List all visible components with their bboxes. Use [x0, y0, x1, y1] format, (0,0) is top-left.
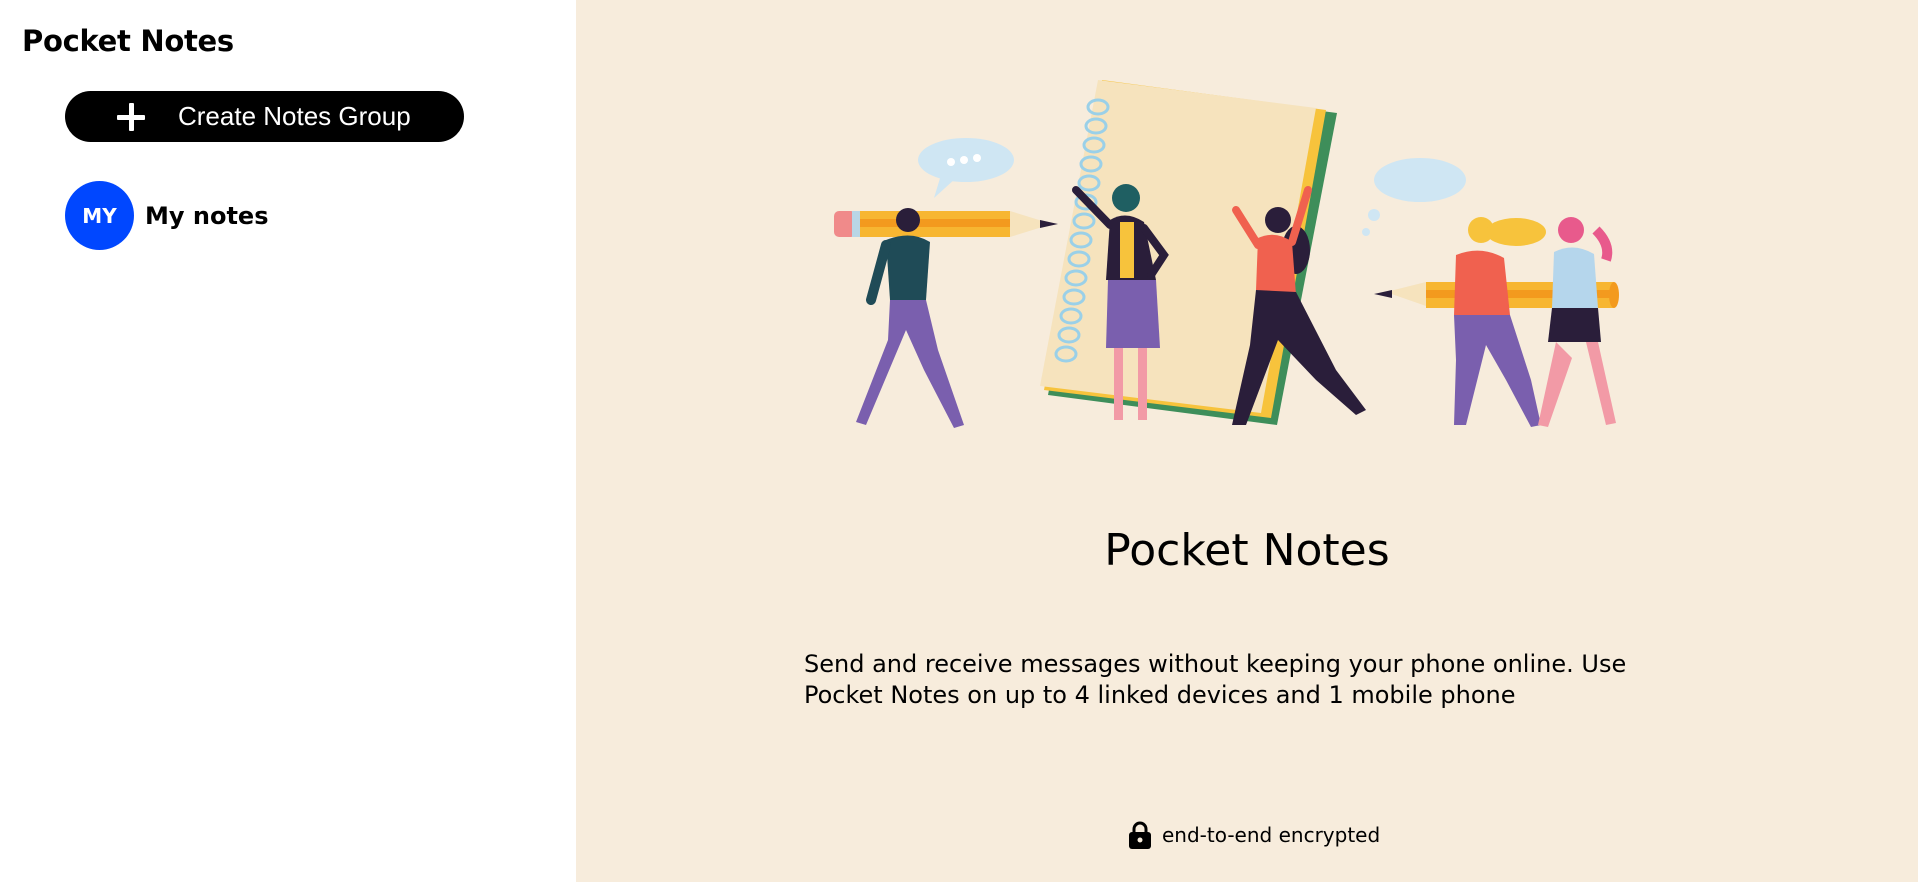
pencil-left [834, 211, 1058, 237]
encryption-text: end-to-end encrypted [1162, 823, 1381, 847]
hero-title: Pocket Notes [1104, 525, 1390, 576]
plus-icon [117, 103, 145, 131]
man-figure [856, 208, 964, 428]
hero-illustration [834, 80, 1619, 428]
hero-description: Send and receive messages without keepin… [804, 650, 1627, 709]
lock-icon [1129, 821, 1151, 849]
women-carrying-pencil [1454, 217, 1616, 427]
encryption-notice: end-to-end encrypted [1128, 819, 1380, 851]
group-item-my-notes[interactable]: MY My notes [65, 181, 505, 250]
app-title: Pocket Notes [22, 24, 234, 58]
create-notes-group-button[interactable]: Create Notes Group [65, 91, 464, 142]
sidebar: Pocket Notes Create Notes Group MY My no… [0, 0, 576, 882]
group-avatar: MY [65, 181, 134, 250]
create-notes-group-label: Create Notes Group [178, 101, 411, 131]
main-panel: Pocket Notes Send and receive messages w… [576, 0, 1918, 882]
group-name: My notes [145, 201, 269, 230]
